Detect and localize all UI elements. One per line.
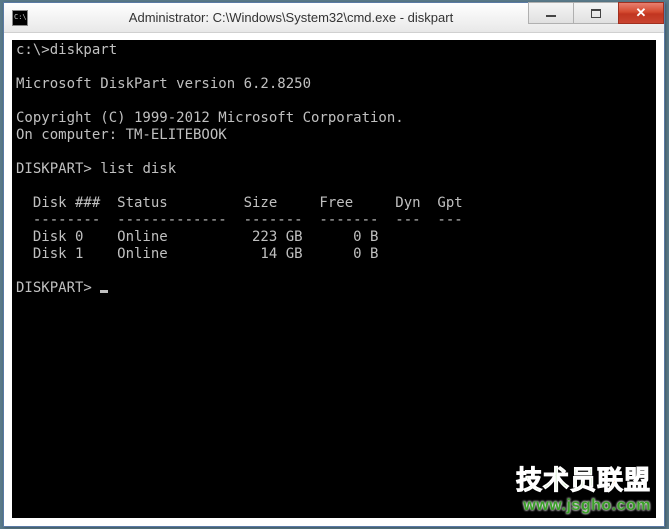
table-divider: -------- ------------- ------- ------- -… <box>16 212 463 228</box>
version-line: Microsoft DiskPart version 6.2.8250 <box>16 76 311 92</box>
minimize-icon <box>546 15 556 17</box>
console-output[interactable]: c:\>diskpart Microsoft DiskPart version … <box>12 40 656 518</box>
window-controls: ✕ <box>529 2 664 24</box>
close-button[interactable]: ✕ <box>618 2 664 24</box>
minimize-button[interactable] <box>528 2 574 24</box>
cmd-window: Administrator: C:\Windows\System32\cmd.e… <box>3 2 665 527</box>
prompt: c:\> <box>16 42 50 58</box>
titlebar[interactable]: Administrator: C:\Windows\System32\cmd.e… <box>4 3 664 33</box>
command-text: list disk <box>100 161 176 177</box>
computer-line: On computer: TM-ELITEBOOK <box>16 127 227 143</box>
copyright-line: Copyright (C) 1999-2012 Microsoft Corpor… <box>16 110 404 126</box>
diskpart-prompt: DISKPART> <box>16 280 100 296</box>
cursor <box>100 290 108 293</box>
table-row: Disk 1 Online 14 GB 0 B <box>16 246 378 262</box>
maximize-button[interactable] <box>573 2 619 24</box>
command-text: diskpart <box>50 42 117 58</box>
table-row: Disk 0 Online 223 GB 0 B <box>16 229 378 245</box>
app-icon <box>12 10 28 26</box>
close-icon: ✕ <box>636 5 647 21</box>
table-header: Disk ### Status Size Free Dyn Gpt <box>16 195 463 211</box>
maximize-icon <box>591 9 601 18</box>
diskpart-prompt: DISKPART> <box>16 161 100 177</box>
